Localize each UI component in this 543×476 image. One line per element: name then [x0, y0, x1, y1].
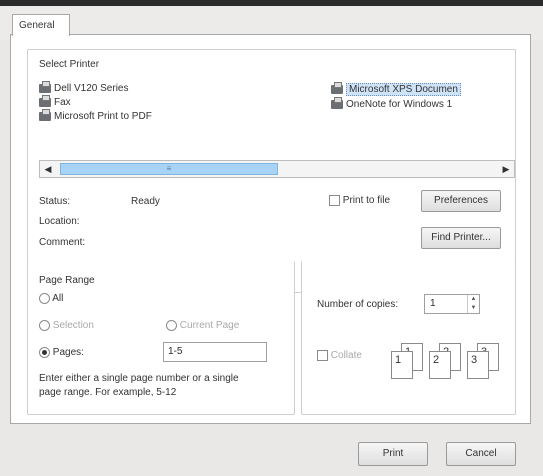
range-current-page-label: Current Page: [179, 320, 240, 332]
status-label: Status:: [39, 196, 71, 207]
printer-name: Microsoft XPS Documen: [346, 83, 461, 96]
print-button[interactable]: Print: [358, 442, 428, 466]
cancel-button[interactable]: Cancel: [446, 442, 516, 466]
collate-front-page: 2: [429, 351, 451, 379]
printer-item[interactable]: Microsoft Print to PDF: [39, 109, 152, 122]
range-selection-label: Selection: [52, 320, 94, 332]
collate-front-page: 1: [391, 351, 413, 379]
dialog-footer: Print Cancel: [0, 428, 543, 476]
scroll-left-arrow-icon[interactable]: ◀: [40, 161, 56, 177]
range-all-label: All: [52, 293, 64, 305]
copies-label: Number of copies:: [317, 299, 399, 310]
page-range-help-line2: page range. For example, 5-12: [39, 387, 177, 398]
tab-general[interactable]: General: [12, 14, 70, 36]
printer-item-selected[interactable]: Microsoft XPS Documen: [331, 82, 461, 96]
page-range-help-line1: Enter either a single page number or a s…: [39, 373, 239, 384]
range-pages-radio[interactable]: [39, 347, 50, 358]
printer-item[interactable]: Fax: [39, 95, 71, 108]
location-label: Location:: [39, 216, 80, 227]
collate-option[interactable]: Collate: [317, 350, 362, 361]
printer-name: Dell V120 Series: [54, 83, 129, 94]
printer-item[interactable]: Dell V120 Series: [39, 81, 129, 94]
select-printer-label: Select Printer: [39, 59, 100, 70]
copies-group: [301, 261, 516, 415]
printer-name: Microsoft Print to PDF: [54, 111, 152, 122]
printer-list-scrollbar[interactable]: ◀ ≡ ▶: [39, 160, 515, 178]
pages-input[interactable]: 1-5: [163, 342, 267, 362]
general-panel: Select Printer Dell V120 Series Fax Micr…: [10, 34, 531, 424]
copies-value: 1: [430, 298, 436, 309]
printer-list[interactable]: Dell V120 Series Fax Microsoft Print to …: [39, 81, 515, 147]
printer-name: Fax: [54, 97, 71, 108]
printer-icon: [331, 97, 343, 109]
print-to-file-label: Print to file: [342, 195, 391, 207]
collate-label: Collate: [330, 350, 362, 362]
scrollbar-thumb[interactable]: ≡: [60, 163, 278, 175]
printer-icon: [39, 109, 51, 121]
page-range-label: Page Range: [39, 275, 95, 286]
fax-icon: [39, 95, 51, 107]
range-selection-option[interactable]: Selection: [39, 320, 94, 331]
printer-item[interactable]: OneNote for Windows 1: [331, 97, 453, 110]
print-to-file-option[interactable]: Print to file: [329, 195, 390, 206]
range-all-radio[interactable]: [39, 293, 50, 304]
find-printer-button[interactable]: Find Printer...: [421, 227, 501, 249]
print-to-file-checkbox[interactable]: [329, 195, 340, 206]
preferences-button[interactable]: Preferences: [421, 190, 501, 212]
collate-checkbox[interactable]: [317, 350, 328, 361]
range-pages-label: Pages:: [52, 347, 84, 359]
range-current-page-option[interactable]: Current Page: [166, 320, 239, 331]
range-current-page-radio[interactable]: [166, 320, 177, 331]
copies-stepper[interactable]: 1 ▲ ▼: [424, 294, 480, 314]
scroll-right-arrow-icon[interactable]: ▶: [498, 161, 514, 177]
printer-icon: [39, 81, 51, 93]
printer-name: OneNote for Windows 1: [346, 99, 453, 110]
range-selection-radio[interactable]: [39, 320, 50, 331]
spin-arrows-icon[interactable]: ▲ ▼: [467, 295, 479, 313]
range-all-option[interactable]: All: [39, 293, 63, 304]
comment-label: Comment:: [39, 237, 86, 248]
range-pages-option[interactable]: Pages:: [39, 347, 84, 358]
collate-front-page: 3: [467, 351, 489, 379]
collate-pages-icon: 3 3: [467, 343, 543, 381]
printer-icon: [331, 82, 343, 94]
status-value: Ready: [131, 196, 160, 207]
